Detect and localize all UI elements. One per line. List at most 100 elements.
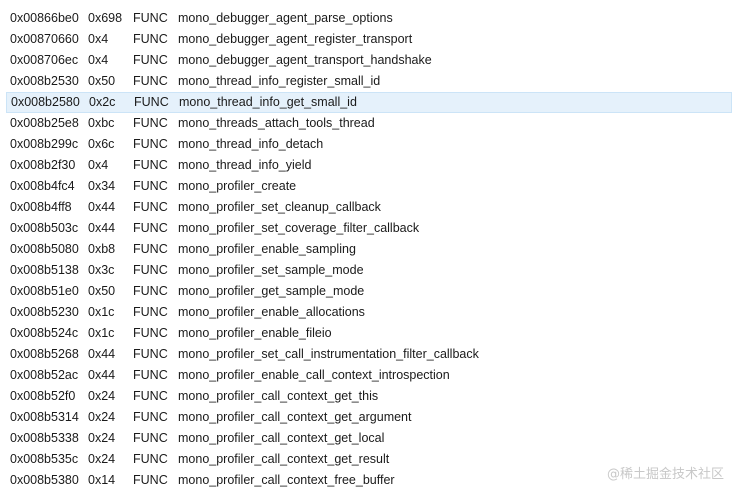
size-cell: 0x50 xyxy=(88,284,116,298)
address-cell: 0x008b5230 xyxy=(10,305,79,319)
function-name-cell: mono_profiler_enable_sampling xyxy=(178,242,356,256)
type-cell: FUNC xyxy=(133,431,168,445)
address-cell: 0x008b52ac xyxy=(10,368,79,382)
address-cell: 0x008b2f30 xyxy=(10,158,76,172)
type-cell: FUNC xyxy=(133,179,168,193)
size-cell: 0x44 xyxy=(88,368,116,382)
type-cell: FUNC xyxy=(133,158,168,172)
table-row[interactable]: 0x00870660 0x4 FUNC mono_debugger_agent_… xyxy=(6,29,732,50)
table-row[interactable]: 0x008b2530 0x50 FUNC mono_thread_info_re… xyxy=(6,71,732,92)
size-cell: 0x4 xyxy=(88,158,109,172)
address-cell: 0x008706ec xyxy=(10,53,79,67)
function-name-cell: mono_debugger_agent_register_transport xyxy=(178,32,413,46)
type-cell: FUNC xyxy=(133,410,168,424)
type-cell: FUNC xyxy=(133,347,168,361)
table-row[interactable]: 0x008706ec 0x4 FUNC mono_debugger_agent_… xyxy=(6,50,732,71)
function-name-cell: mono_thread_info_get_small_id xyxy=(179,95,357,109)
address-cell: 0x008b4fc4 xyxy=(10,179,75,193)
function-name-cell: mono_thread_info_register_small_id xyxy=(178,74,381,88)
type-cell: FUNC xyxy=(133,368,168,382)
type-cell: FUNC xyxy=(133,32,168,46)
table-row[interactable]: 0x008b5138 0x3c FUNC mono_profiler_set_s… xyxy=(6,260,732,281)
table-row[interactable]: 0x008b52f0 0x24 FUNC mono_profiler_call_… xyxy=(6,386,732,407)
type-cell: FUNC xyxy=(133,116,168,130)
address-cell: 0x008b503c xyxy=(10,221,79,235)
size-cell: 0x4 xyxy=(88,53,109,67)
function-name-cell: mono_profiler_set_cleanup_callback xyxy=(178,200,381,214)
type-cell: FUNC xyxy=(133,326,168,340)
address-cell: 0x008b2530 xyxy=(10,74,79,88)
address-cell: 0x008b25e8 xyxy=(10,116,79,130)
type-cell: FUNC xyxy=(133,53,168,67)
table-row[interactable]: 0x008b5080 0xb8 FUNC mono_profiler_enabl… xyxy=(6,239,732,260)
address-cell: 0x008b51e0 xyxy=(10,284,79,298)
table-row[interactable]: 0x008b5268 0x44 FUNC mono_profiler_set_c… xyxy=(6,344,732,365)
address-cell: 0x008b299c xyxy=(10,137,79,151)
table-row[interactable]: 0x008b52ac 0x44 FUNC mono_profiler_enabl… xyxy=(6,365,732,386)
size-cell: 0x50 xyxy=(88,74,116,88)
address-cell: 0x008b5380 xyxy=(10,473,79,487)
type-cell: FUNC xyxy=(133,263,168,277)
type-cell: FUNC xyxy=(133,389,168,403)
function-name-cell: mono_profiler_call_context_get_argument xyxy=(178,410,412,424)
size-cell: 0x24 xyxy=(88,431,116,445)
table-row[interactable]: 0x008b4ff8 0x44 FUNC mono_profiler_set_c… xyxy=(6,197,732,218)
address-cell: 0x008b4ff8 xyxy=(10,200,72,214)
size-cell: 0x1c xyxy=(88,326,115,340)
table-row[interactable]: 0x008b2f30 0x4 FUNC mono_thread_info_yie… xyxy=(6,155,732,176)
address-cell: 0x008b524c xyxy=(10,326,79,340)
type-cell: FUNC xyxy=(133,305,168,319)
address-cell: 0x008b2580 xyxy=(11,95,80,109)
size-cell: 0x24 xyxy=(88,452,116,466)
table-row[interactable]: 0x008b5230 0x1c FUNC mono_profiler_enabl… xyxy=(6,302,732,323)
function-name-cell: mono_profiler_set_call_instrumentation_f… xyxy=(178,347,479,361)
type-cell: FUNC xyxy=(133,242,168,256)
type-cell: FUNC xyxy=(133,11,168,25)
function-name-cell: mono_profiler_create xyxy=(178,179,297,193)
function-name-cell: mono_profiler_call_context_get_this xyxy=(178,389,379,403)
size-cell: 0x44 xyxy=(88,347,116,361)
address-cell: 0x008b5314 xyxy=(10,410,79,424)
type-cell: FUNC xyxy=(133,137,168,151)
table-row[interactable]: 0x008b5338 0x24 FUNC mono_profiler_call_… xyxy=(6,428,732,449)
function-name-cell: mono_profiler_call_context_get_local xyxy=(178,431,385,445)
table-row[interactable]: 0x008b4fc4 0x34 FUNC mono_profiler_creat… xyxy=(6,176,732,197)
table-row[interactable]: 0x008b299c 0x6c FUNC mono_thread_info_de… xyxy=(6,134,732,155)
function-name-cell: mono_thread_info_yield xyxy=(178,158,312,172)
size-cell: 0x24 xyxy=(88,389,116,403)
size-cell: 0x6c xyxy=(88,137,115,151)
function-name-cell: mono_profiler_get_sample_mode xyxy=(178,284,365,298)
table-row[interactable]: 0x008b503c 0x44 FUNC mono_profiler_set_c… xyxy=(6,218,732,239)
size-cell: 0x34 xyxy=(88,179,116,193)
type-cell: FUNC xyxy=(133,200,168,214)
address-cell: 0x008b5268 xyxy=(10,347,79,361)
function-name-cell: mono_profiler_enable_call_context_intros… xyxy=(178,368,450,382)
watermark: @稀土掘金技术社区 xyxy=(606,467,724,482)
size-cell: 0x44 xyxy=(88,221,116,235)
table-row[interactable]: 0x008b524c 0x1c FUNC mono_profiler_enabl… xyxy=(6,323,732,344)
table-row[interactable]: 0x008b5314 0x24 FUNC mono_profiler_call_… xyxy=(6,407,732,428)
function-name-cell: mono_profiler_set_sample_mode xyxy=(178,263,364,277)
table-row[interactable]: 0x008b51e0 0x50 FUNC mono_profiler_get_s… xyxy=(6,281,732,302)
function-name-cell: mono_profiler_set_coverage_filter_callba… xyxy=(178,221,420,235)
function-name-cell: mono_thread_info_detach xyxy=(178,137,324,151)
size-cell: 0x698 xyxy=(88,11,123,25)
address-cell: 0x008b52f0 xyxy=(10,389,76,403)
table-row[interactable]: 0x00866be0 0x698 FUNC mono_debugger_agen… xyxy=(6,8,732,29)
address-cell: 0x00870660 xyxy=(10,32,79,46)
table-row[interactable]: 0x008b25e8 0xbc FUNC mono_threads_attach… xyxy=(6,113,732,134)
address-cell: 0x008b535c xyxy=(10,452,79,466)
size-cell: 0x24 xyxy=(88,410,116,424)
type-cell: FUNC xyxy=(133,473,168,487)
size-cell: 0xbc xyxy=(88,116,115,130)
size-cell: 0x14 xyxy=(88,473,116,487)
type-cell: FUNC xyxy=(133,284,168,298)
address-cell: 0x008b5338 xyxy=(10,431,79,445)
function-name-cell: mono_threads_attach_tools_thread xyxy=(178,116,375,130)
function-name-cell: mono_profiler_enable_allocations xyxy=(178,305,365,319)
table-row-selected[interactable]: 0x008b2580 0x2c FUNC mono_thread_info_ge… xyxy=(6,92,732,113)
size-cell: 0x44 xyxy=(88,200,116,214)
address-cell: 0x008b5138 xyxy=(10,263,79,277)
size-cell: 0x4 xyxy=(88,32,109,46)
type-cell: FUNC xyxy=(134,95,169,109)
